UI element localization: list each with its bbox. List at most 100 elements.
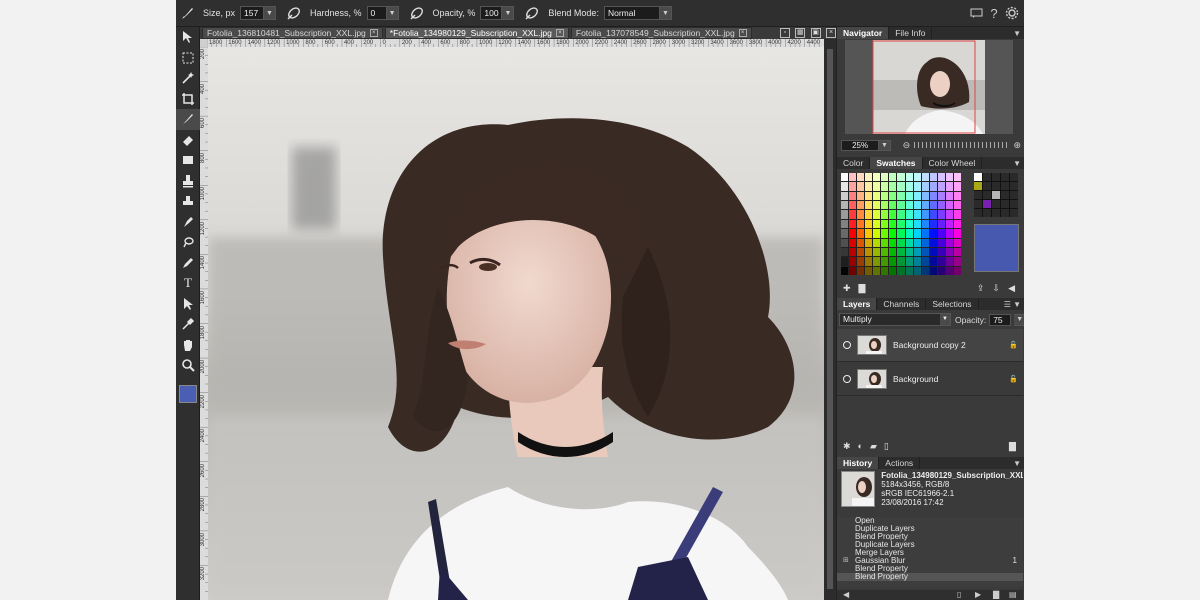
swatch-cell[interactable]	[881, 191, 889, 201]
swatch-cell[interactable]	[849, 201, 857, 210]
swatch-cell[interactable]	[849, 229, 857, 238]
swatch-cell[interactable]	[905, 257, 913, 266]
marquee-tool-icon[interactable]	[176, 48, 200, 69]
recent-swatch-cell[interactable]	[1010, 191, 1018, 199]
blend-mode-dropdown[interactable]: ▼	[659, 6, 672, 20]
swatch-cell[interactable]	[937, 219, 945, 229]
swatch-cell[interactable]	[945, 266, 953, 275]
recent-swatch-cell[interactable]	[1001, 200, 1009, 208]
swatch-cell[interactable]	[953, 210, 961, 219]
swatch-cell[interactable]	[857, 257, 865, 266]
recent-swatch-cell[interactable]	[1010, 209, 1018, 217]
swatch-cell[interactable]	[929, 229, 937, 238]
swatch-cell[interactable]	[873, 210, 881, 219]
close-icon[interactable]: ×	[738, 29, 747, 37]
swatch-cell[interactable]	[865, 229, 873, 238]
foreground-color-swatch[interactable]	[179, 385, 197, 403]
stamp-tool-icon[interactable]	[176, 191, 200, 212]
swatch-cell[interactable]	[873, 182, 881, 191]
opacity-field[interactable]: 100	[480, 6, 503, 20]
swatch-cell[interactable]	[897, 257, 905, 266]
gear-icon[interactable]	[1003, 4, 1021, 22]
trash-icon[interactable]: ▇	[993, 590, 999, 599]
recent-swatch-cell[interactable]	[974, 209, 982, 217]
chat-icon[interactable]	[967, 4, 985, 22]
recent-swatch-cell[interactable]	[983, 182, 991, 190]
brush-tool-icon[interactable]	[179, 4, 197, 22]
swatch-cell[interactable]	[905, 191, 913, 201]
swatch-cell[interactable]	[857, 266, 865, 275]
swatch-cell[interactable]	[937, 191, 945, 201]
swatch-cell[interactable]	[865, 257, 873, 266]
brush-tool-active-icon[interactable]	[176, 109, 200, 130]
swatch-cell[interactable]	[841, 182, 849, 191]
swatch-cell[interactable]	[857, 247, 865, 257]
swatch-cell[interactable]	[913, 219, 921, 229]
zoom-slider[interactable]	[914, 142, 1010, 148]
tab-layers[interactable]: Layers	[837, 298, 878, 310]
restore-icon[interactable]: ▣	[810, 28, 821, 38]
swatch-cell[interactable]	[849, 238, 857, 247]
zoom-field[interactable]: 25%	[841, 139, 880, 151]
swatch-cell[interactable]	[881, 257, 889, 266]
swatch-cell[interactable]	[889, 247, 897, 257]
layer-opacity-field[interactable]: 75	[989, 313, 1012, 326]
swatch-cell[interactable]	[905, 247, 913, 257]
swatch-cell[interactable]	[841, 201, 849, 210]
zoom-out-icon[interactable]: ⊖	[903, 140, 911, 151]
tab-actions[interactable]: Actions	[879, 457, 921, 469]
swatch-cell[interactable]	[889, 257, 897, 266]
swatch-cell[interactable]	[953, 191, 961, 201]
swatch-cell[interactable]	[921, 191, 929, 201]
swatch-cell[interactable]	[865, 266, 873, 275]
swatch-cell[interactable]	[849, 191, 857, 201]
recent-swatch-cell[interactable]	[1001, 209, 1009, 217]
hardness-field[interactable]: 0	[366, 6, 387, 20]
swatch-cell[interactable]	[857, 201, 865, 210]
history-item-selected[interactable]: Blend Property	[837, 573, 1023, 581]
swatch-cell[interactable]	[929, 173, 937, 182]
swatch-cell[interactable]	[841, 229, 849, 238]
swatch-cell[interactable]	[921, 247, 929, 257]
tab-selections[interactable]: Selections	[926, 298, 979, 310]
fx-icon[interactable]: ✱	[843, 441, 851, 452]
trash-icon[interactable]: ▇	[859, 283, 866, 294]
brush-hardness-icon[interactable]	[407, 4, 427, 22]
swatch-cell[interactable]	[913, 191, 921, 201]
close-icon[interactable]: ×	[555, 29, 564, 37]
visibility-icon[interactable]	[843, 341, 851, 349]
swatch-cell[interactable]	[953, 266, 961, 275]
close-all-icon[interactable]: ×	[825, 28, 836, 38]
hardness-dropdown[interactable]: ▼	[386, 6, 399, 20]
blend-mode-select[interactable]: Normal	[603, 6, 660, 20]
swatch-cell[interactable]	[905, 182, 913, 191]
import-icon[interactable]: ⇪	[977, 283, 985, 294]
swatch-cell[interactable]	[953, 219, 961, 229]
panel-menu-icon[interactable]: ▼	[1013, 27, 1021, 39]
swatch-cell[interactable]	[913, 182, 921, 191]
swatch-cell[interactable]	[913, 201, 921, 210]
swatch-cell[interactable]	[857, 182, 865, 191]
close-icon[interactable]: ×	[369, 29, 378, 37]
clear-icon[interactable]: ▤	[1009, 590, 1017, 599]
back-icon[interactable]: ◀	[1008, 283, 1015, 294]
swatch-cell[interactable]	[897, 201, 905, 210]
layer-opacity-dropdown[interactable]: ▼	[1014, 313, 1024, 326]
swatch-cell[interactable]	[937, 201, 945, 210]
recent-swatches[interactable]	[974, 173, 1018, 217]
zoom-in-icon[interactable]: ⊕	[1013, 140, 1021, 151]
swatch-cell[interactable]	[913, 238, 921, 247]
recent-swatch-cell[interactable]	[992, 182, 1000, 190]
swatch-cell[interactable]	[849, 247, 857, 257]
swatch-cell[interactable]	[881, 238, 889, 247]
swatch-cell[interactable]	[841, 210, 849, 219]
text-tool-icon[interactable]: T	[176, 273, 200, 294]
swatch-cell[interactable]	[905, 173, 913, 182]
swatch-cell[interactable]	[889, 182, 897, 191]
swatch-cell[interactable]	[881, 266, 889, 275]
export-icon[interactable]: ⇩	[993, 283, 1001, 294]
swatch-cell[interactable]	[937, 229, 945, 238]
swatch-cell[interactable]	[889, 201, 897, 210]
swatch-cell[interactable]	[889, 266, 897, 275]
swatch-cell[interactable]	[889, 238, 897, 247]
